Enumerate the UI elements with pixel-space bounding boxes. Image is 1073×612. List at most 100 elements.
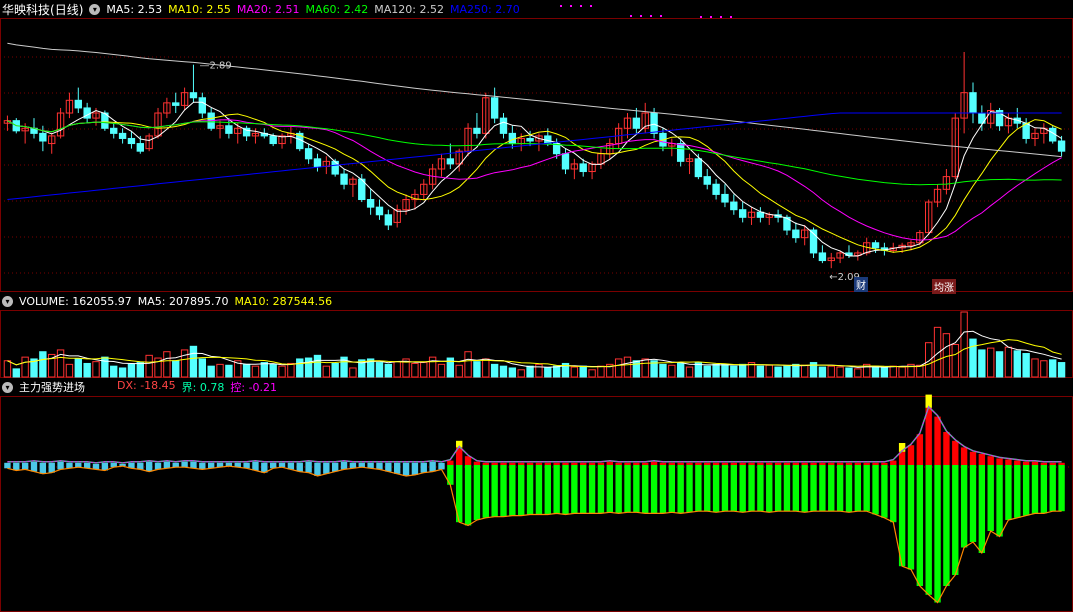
volume-bar [703,365,711,378]
volume-bar [83,362,91,378]
dx-bar [1058,465,1065,512]
candle-body [446,158,455,165]
dx-bar [314,465,321,476]
dx-bar [659,465,667,514]
dx-pos-bar [402,462,410,465]
volume-bar [393,361,401,378]
volume-bar [145,354,153,378]
top-dot [590,5,592,7]
dx-bar [21,465,29,470]
rise-marker[interactable]: 均涨 [932,279,956,294]
volume-settings-icon[interactable]: ▾ [2,295,13,307]
volume-bars [3,311,1066,378]
volume-bar [198,358,207,378]
dx-bar [580,465,587,514]
volume-bar [127,363,136,378]
dx-bar [792,465,800,512]
dx-bar [748,465,755,512]
volume-bar [668,364,676,378]
candle-body [189,92,198,99]
indicator-name[interactable]: 主力强势进场 [19,379,85,395]
ma20-line [7,119,1062,241]
dx-pos-bar [225,462,233,465]
dx-pos-bar [137,462,144,465]
dx-pos-bar [677,462,684,465]
dx-pos-bar [92,463,100,465]
dx-bar [402,465,410,476]
volume-bar [260,362,269,378]
volume-bar [375,362,384,378]
dx-pos-bar [66,462,73,465]
dx-bar [39,465,47,474]
finance-marker[interactable]: 财 [854,277,868,292]
volume-bar [180,349,189,378]
dx-bar [730,465,738,512]
dx-bar [774,465,782,512]
dx-bar [978,465,986,553]
volume-bar [1031,358,1039,378]
candle-body [198,97,207,114]
dx-pos-bar [969,451,977,465]
top-dot [650,15,652,17]
dx-pos-bar [650,461,658,465]
dx-pos-bar [854,462,862,465]
volume-bar [685,366,694,378]
volume-bar [490,363,499,378]
stock-name[interactable]: 华映科技 [2,1,50,18]
dx-pos-bar [252,461,259,465]
dx-bar [872,465,879,515]
dx-pos-bar [774,462,782,465]
dx-pos-bar [83,462,91,465]
indicator-settings-icon[interactable]: ▾ [2,381,13,393]
dx-bar [509,465,516,516]
volume-bar [136,362,144,378]
volume-bar [331,362,339,378]
volume-legend: VOLUME: 162055.97 MA5: 207895.70 MA10: 287… [19,295,332,308]
dx-pos-bar [783,462,791,465]
dx-pos-bar [172,462,179,465]
volume-bar [632,360,641,378]
dx-bar [712,465,720,513]
dx-pos-bar [535,462,543,465]
dx-pos-bar [571,462,578,465]
dx-bar [606,465,613,513]
candle-body [375,206,384,216]
dx-pos-bar [385,462,392,465]
dx-bar [544,465,551,515]
candle-body [490,97,499,119]
dx-bar [907,465,915,570]
dx-bar [518,465,525,516]
period-label[interactable]: (日线) [50,1,83,18]
dx-pos-bar [810,462,817,465]
volume-bar [287,362,295,378]
volume-bar [225,364,233,378]
dx-pos-bar [978,454,986,465]
volume-bar [641,358,649,378]
volume-bar [499,365,508,378]
candle-body [110,127,118,134]
dx-bar [491,465,498,517]
dx-bar [394,465,401,474]
volume-bar [207,365,215,378]
settings-circle-icon[interactable]: ▾ [89,3,101,15]
volume-bar [304,357,313,378]
dx-bar [952,465,959,575]
volume-bar [482,358,490,378]
volume-bar [588,369,596,378]
volume-bar [738,363,747,378]
dx-pos-bar [101,462,109,465]
dx-pos-bar [1005,459,1012,465]
volume-bar [978,349,986,378]
volume-bar [172,360,180,378]
dx-bar [1040,465,1048,514]
volume-bar [384,363,393,378]
volume-bar [730,365,738,378]
dx-pos-bar [500,462,507,465]
volume-bar [242,363,251,378]
candle-body [721,193,729,203]
dx-pos-bar [57,461,64,465]
ma-legend-item: MA60: 2.42 [305,2,369,16]
dx-bar [934,465,941,603]
volume-bar [597,365,605,378]
dx-bar [863,465,870,512]
